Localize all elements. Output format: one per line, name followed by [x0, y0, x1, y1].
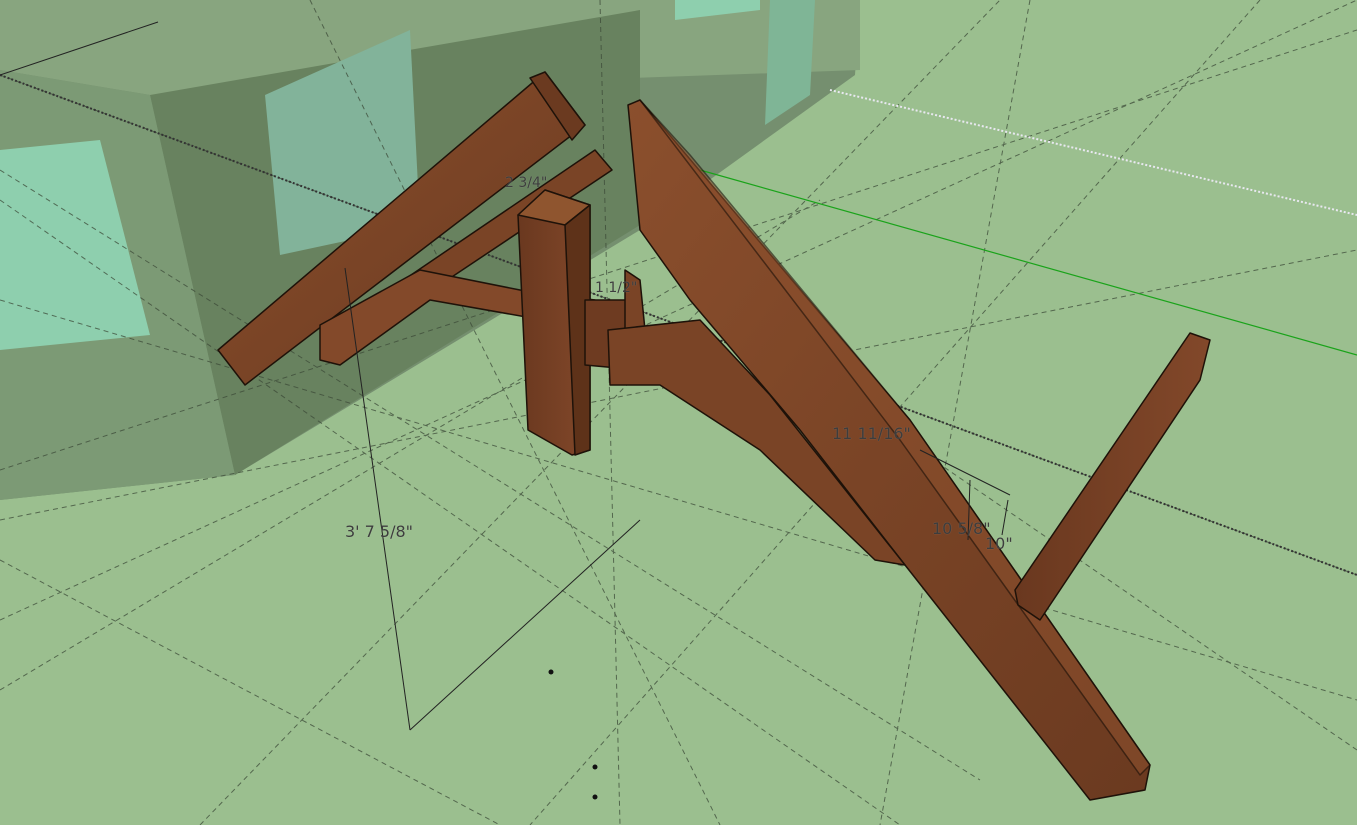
dimension-total-height: 3' 7 5/8" — [345, 522, 414, 541]
dimension-joint-top: 2 3/4" — [505, 175, 548, 191]
modeling-viewport[interactable]: 3' 7 5/8" 11 11/16" 10 5/8" 10" 2 3/4" 1… — [0, 0, 1357, 825]
3d-scene[interactable] — [0, 0, 1357, 825]
dimension-offset-a: 11 11/16" — [832, 424, 911, 443]
dimension-offset-b: 10 5/8" — [932, 519, 991, 538]
dimension-joint-mid: 1 1/2" — [595, 280, 638, 296]
dimension-offset-c: 10" — [985, 534, 1013, 553]
